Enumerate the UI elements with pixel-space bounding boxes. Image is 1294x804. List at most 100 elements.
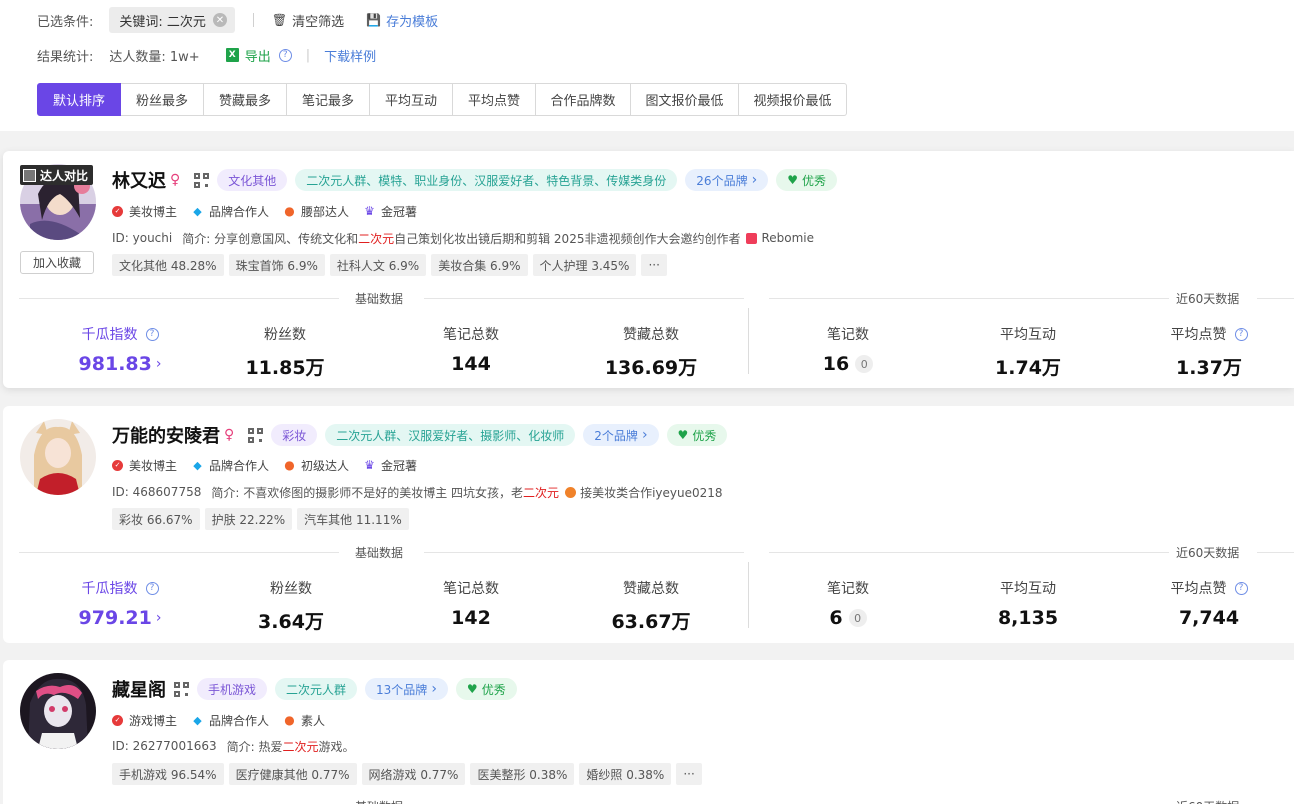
category-chip: 彩妆 66.67%: [112, 508, 200, 530]
metric-label: 平均互动: [1000, 581, 1056, 597]
help-icon[interactable]: ?: [1234, 327, 1248, 341]
qrcode-icon[interactable]: [194, 172, 210, 188]
sort-fans[interactable]: 粉丝最多: [121, 83, 204, 116]
filter-panel: 已选条件: 关键词: 二次元 ✕ 🗑 清空筛选 💾 存为模板 结果统计: 达人数…: [0, 0, 1294, 131]
influencer-name[interactable]: 藏星阁: [112, 676, 166, 702]
category-chip: 医美整形 0.38%: [470, 763, 575, 785]
intro-row: ID: 468607758 简介: 不喜欢修图的摄影师不是好的美妆博主 四坑女孩…: [112, 483, 723, 501]
add-favorite-button[interactable]: 加入收藏: [20, 251, 94, 274]
help-icon[interactable]: ?: [145, 581, 159, 595]
download-sample-link[interactable]: 下载样例: [324, 46, 376, 65]
sort-default[interactable]: 默认排序: [37, 83, 121, 116]
influencer-card: 藏星阁 手机游戏 二次元人群 13个品牌 › ♥ 优秀 ✓ 游戏博主 ◆ 品牌合作人 ●…: [3, 660, 1294, 804]
sort-avg-likes[interactable]: 平均点赞: [453, 83, 536, 116]
export-button[interactable]: X 导出 ?: [225, 46, 292, 65]
fans-metric: 粉丝数 11.85万: [205, 324, 365, 380]
sort-video-price[interactable]: 视频报价最低: [739, 83, 847, 116]
metric-value: 979.21: [78, 607, 152, 629]
sort-likes-collects[interactable]: 赞藏最多: [204, 83, 287, 116]
influencer-id: ID: youchi: [112, 231, 173, 245]
category-chip: 文化其他 48.28%: [112, 254, 224, 276]
result-stats-label: 结果统计:: [37, 49, 94, 65]
avg-likes-metric: 平均点赞? 1.37万: [1129, 324, 1289, 380]
influencer-header: 万能的安陵君 ♀ 彩妆 二次元人群、汉服爱好者、摄影师、化妆师 2个品牌 › ♥ 优…: [112, 422, 728, 448]
category-chip: 网络游戏 0.77%: [361, 763, 466, 785]
influencer-id: ID: 468607758: [112, 485, 202, 499]
qrcode-icon[interactable]: [174, 681, 189, 697]
diamond-icon: ◆: [193, 458, 202, 472]
section-divider: 基础数据 近60天数据: [19, 544, 1294, 560]
excellent-label: 优秀: [801, 173, 826, 188]
category-chip: 汽车其他 11.11%: [297, 508, 409, 530]
clear-filters-button[interactable]: 🗑 清空筛选: [272, 11, 344, 30]
metric-label: 平均点赞: [1170, 581, 1227, 597]
badge: ◆ 品牌合作人: [192, 457, 269, 474]
chip-close-icon[interactable]: ✕: [212, 13, 227, 27]
badge: ● 腰部达人: [284, 203, 349, 220]
metric-value: 11.85万: [245, 357, 325, 379]
sort-brands[interactable]: 合作品牌数: [536, 83, 631, 116]
chevron-right-icon: ›: [155, 610, 162, 626]
metric-value: 6: [829, 607, 843, 629]
person-icon: ●: [284, 204, 295, 218]
sort-image-price[interactable]: 图文报价最低: [631, 83, 739, 116]
badge-label: 初级达人: [301, 458, 350, 473]
sort-tabs: 默认排序 粉丝最多 赞藏最多 笔记最多 平均互动 平均点赞 合作品牌数 图文报价…: [37, 83, 847, 116]
more-categories-button[interactable]: ···: [641, 254, 667, 276]
intro-text: 游戏。: [318, 739, 355, 754]
fans-metric: 粉丝数 3.64万: [211, 578, 371, 634]
medal-icon: ♛: [364, 204, 375, 218]
help-icon[interactable]: ?: [145, 327, 159, 341]
shop-icon: [746, 232, 758, 244]
category-distribution: 手机游戏 96.54% 医疗健康其他 0.77% 网络游戏 0.77% 医美整形…: [112, 763, 707, 785]
contact-icon: [565, 486, 577, 498]
checkbox-icon: [23, 168, 36, 182]
badges-row: ✓ 美妆博主 ◆ 品牌合作人 ● 腰部达人 ♛ 金冠薯: [112, 202, 432, 220]
intro-row: ID: youchi 简介: 分享创意国风、传统文化和 二次元 自己策划化妆出镜…: [112, 229, 814, 247]
heart-icon: ♥: [787, 173, 798, 187]
diamond-icon: ◆: [193, 713, 202, 727]
brands-tag[interactable]: 26个品牌 ›: [685, 169, 769, 191]
avatar[interactable]: [20, 673, 96, 749]
sort-avg-interact[interactable]: 平均互动: [370, 83, 453, 116]
badge-label: 金冠薯: [381, 204, 418, 219]
qrcode-icon[interactable]: [248, 427, 264, 443]
metrics-divider: [748, 562, 749, 628]
selected-conditions-row: 已选条件: 关键词: 二次元 ✕ 🗑 清空筛选 💾 存为模板: [37, 7, 438, 33]
keyword-chip[interactable]: 关键词: 二次元 ✕: [109, 7, 235, 33]
sort-notes[interactable]: 笔记最多: [287, 83, 370, 116]
metrics-row: 千瓜指数? 981.83 › 粉丝数 11.85万 笔记总数 144 赞藏总数 1…: [3, 308, 1294, 394]
more-categories-button[interactable]: ···: [676, 763, 702, 785]
basic-data-label: 基础数据: [355, 546, 404, 560]
help-icon[interactable]: ?: [1234, 581, 1248, 595]
badge: ● 素人: [284, 712, 325, 729]
qiangua-index[interactable]: 千瓜指数? 981.83 ›: [40, 324, 200, 375]
qiangua-index[interactable]: 千瓜指数? 979.21 ›: [40, 578, 200, 629]
help-icon[interactable]: ?: [278, 48, 292, 62]
metric-value: 142: [451, 607, 491, 629]
brands-tag[interactable]: 2个品牌 ›: [583, 424, 659, 446]
metric-value: 1.74万: [995, 357, 1061, 379]
influencer-card: 达人对比 加入收藏 林又迟 ♀ 文化其他 二次元人群、模特、职业身份、汉服爱好者…: [3, 151, 1294, 388]
influencer-name[interactable]: 万能的安陵君: [112, 422, 220, 448]
brands-count: 26个品牌: [696, 173, 748, 188]
compare-checkbox[interactable]: 达人对比: [20, 165, 94, 185]
avatar[interactable]: [20, 419, 96, 495]
heart-icon: ♥: [677, 428, 689, 442]
metric-value: 16: [822, 353, 850, 375]
category-chip: 珠宝首饰 6.9%: [228, 254, 325, 276]
category-chip: 个人护理 3.45%: [532, 254, 637, 276]
notes-metric: 笔记总数 144: [391, 324, 551, 375]
metric-value: 3.64万: [258, 611, 324, 633]
badge-label: 素人: [301, 713, 326, 728]
brands-tag[interactable]: 13个品牌 ›: [365, 678, 448, 700]
avg-interact-metric: 平均互动 1.74万: [948, 324, 1108, 380]
badge-label: 金冠薯: [381, 458, 418, 473]
badge: ◆ 品牌合作人: [192, 712, 269, 729]
category-chip: 手机游戏 96.54%: [112, 763, 224, 785]
metric-value: 1.37万: [1176, 357, 1242, 379]
influencer-name[interactable]: 林又迟: [112, 167, 166, 193]
check-icon: ✓: [112, 714, 123, 726]
save-template-button[interactable]: 💾 存为模板: [366, 11, 438, 30]
intro-extra: 接美妆类合作iyeyue0218: [580, 485, 723, 500]
